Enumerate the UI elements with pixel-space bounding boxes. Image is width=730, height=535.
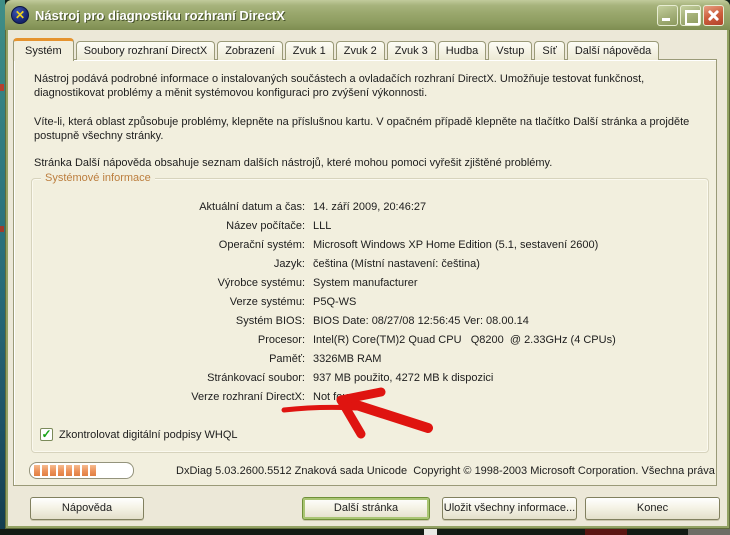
progress-bar <box>29 462 134 479</box>
whql-checkbox-label: Zkontrolovat digitální podpisy WHQL <box>59 428 238 441</box>
info-row: Verze rozhraní DirectX: Not found <box>32 391 708 410</box>
tab-page-system: Nástroj podává podrobné informace o inst… <box>13 59 717 486</box>
info-row: Název počítače: LLL <box>32 220 708 239</box>
info-label: Systém BIOS: <box>235 315 305 327</box>
checkbox-checked-icon[interactable]: ✓ <box>40 428 53 441</box>
info-row: Paměť: 3326MB RAM <box>32 353 708 372</box>
dxdiag-window: ✕ Nástroj pro diagnostiku rozhraní Direc… <box>5 0 730 529</box>
info-label: Operační systém: <box>218 239 305 251</box>
info-row: Jazyk: čeština (Místní nastavení: čeština… <box>32 258 708 277</box>
info-label: Stránkovací soubor: <box>207 372 305 384</box>
client-area: Systém Soubory rozhraní DirectX Zobrazení Z… <box>8 30 727 526</box>
intro-paragraph: Stránka Další nápověda obsahuje seznam d… <box>34 157 553 169</box>
intro-paragraph: Nástroj podává podrobné informace o inst… <box>34 73 645 99</box>
version-copyright-text: DxDiag 5.03.2600.5512 Znaková sada Unico… <box>176 465 715 477</box>
progress-segment <box>58 465 64 476</box>
help-button[interactable]: Nápověda <box>30 497 144 520</box>
info-value: BIOS Date: 08/27/08 12:56:45 Ver: 08.00.… <box>313 315 529 327</box>
titlebar[interactable]: ✕ Nástroj pro diagnostiku rozhraní Direc… <box>5 0 730 30</box>
info-label: Jazyk: <box>273 258 305 270</box>
desktop-speck <box>0 84 4 91</box>
progress-segment <box>66 465 72 476</box>
info-label: Název počítače: <box>226 220 305 232</box>
next-page-button[interactable]: Další stránka <box>302 497 430 520</box>
info-row: Procesor: Intel(R) Core(TM)2 Quad CPU Q82… <box>32 334 708 353</box>
minimize-button[interactable] <box>657 4 678 26</box>
info-value: System manufacturer <box>313 277 418 289</box>
info-value: P5Q-WS <box>313 296 357 308</box>
info-value: čeština (Místní nastavení: čeština) <box>313 258 480 270</box>
tab-files[interactable]: Soubory rozhraní DirectX <box>75 41 216 60</box>
tab-input[interactable]: Vstup <box>488 41 533 60</box>
info-value: 3326MB RAM <box>313 353 382 365</box>
tab-system[interactable]: Systém <box>13 38 74 61</box>
whql-checkbox-row[interactable]: ✓ Zkontrolovat digitální podpisy WHQL <box>40 428 238 441</box>
tab-strip: Systém Soubory rozhraní DirectX Zobrazení Z… <box>13 37 660 61</box>
desktop-fragment <box>424 529 437 535</box>
info-label: Výrobce systému: <box>217 277 305 289</box>
tab-sound2[interactable]: Zvuk 2 <box>335 41 385 60</box>
progress-segments <box>34 465 96 476</box>
tab-sound1[interactable]: Zvuk 1 <box>284 41 334 60</box>
info-value: 14. září 2009, 20:46:27 <box>313 201 427 213</box>
save-all-information-button[interactable]: Uložit všechny informace... <box>442 497 577 520</box>
exit-button[interactable]: Konec <box>585 497 720 520</box>
progress-segment <box>50 465 56 476</box>
info-value: Microsoft Windows XP Home Edition (5.1, … <box>313 239 599 251</box>
info-row: Aktuální datum a čas: 14. září 2009, 20:4… <box>32 201 708 220</box>
tab-music[interactable]: Hudba <box>437 41 487 60</box>
system-info-rows: Aktuální datum a čas: 14. září 2009, 20:4… <box>32 201 708 410</box>
progress-segment <box>34 465 40 476</box>
info-value: 937 MB použito, 4272 MB k dispozici <box>313 372 494 384</box>
tab-display[interactable]: Zobrazení <box>217 41 283 60</box>
maximize-button[interactable] <box>680 4 701 26</box>
desktop-fragment <box>688 529 730 535</box>
progress-segment <box>90 465 96 476</box>
info-value: LLL <box>313 220 332 232</box>
info-row: Operační systém: Microsoft Windows XP Hom… <box>32 239 708 258</box>
desktop-fragment <box>585 529 627 535</box>
tab-network[interactable]: Síť <box>534 41 565 60</box>
info-value: Not found <box>313 391 361 403</box>
info-row: Verze systému: P5Q-WS <box>32 296 708 315</box>
info-row: Výrobce systému: System manufacturer <box>32 277 708 296</box>
system-information-group: Systémové informace Aktuální datum a čas… <box>31 172 709 453</box>
desktop-speck <box>0 226 4 232</box>
window-title: Nástroj pro diagnostiku rozhraní DirectX <box>35 7 285 23</box>
progress-segment <box>82 465 88 476</box>
info-value: Intel(R) Core(TM)2 Quad CPU Q8200 @ 2.33… <box>313 334 616 346</box>
progress-segment <box>42 465 48 476</box>
progress-segment <box>74 465 80 476</box>
info-label: Procesor: <box>257 334 305 346</box>
group-label: Systémové informace <box>41 172 155 185</box>
info-label: Verze systému: <box>229 296 305 308</box>
directx-icon: ✕ <box>11 6 29 24</box>
info-label: Paměť: <box>269 353 305 365</box>
info-label: Verze rozhraní DirectX: <box>191 391 305 403</box>
intro-paragraph: Víte-li, která oblast způsobuje problémy… <box>34 116 690 142</box>
info-row: Stránkovací soubor: 937 MB použito, 4272 … <box>32 372 708 391</box>
close-button[interactable] <box>703 4 724 26</box>
tab-sound3[interactable]: Zvuk 3 <box>386 41 436 60</box>
tab-morehelp[interactable]: Další nápověda <box>566 41 660 60</box>
info-row: Systém BIOS: BIOS Date: 08/27/08 12:56:45… <box>32 315 708 334</box>
desktop-background-bottom <box>0 529 730 535</box>
info-label: Aktuální datum a čas: <box>199 201 305 213</box>
